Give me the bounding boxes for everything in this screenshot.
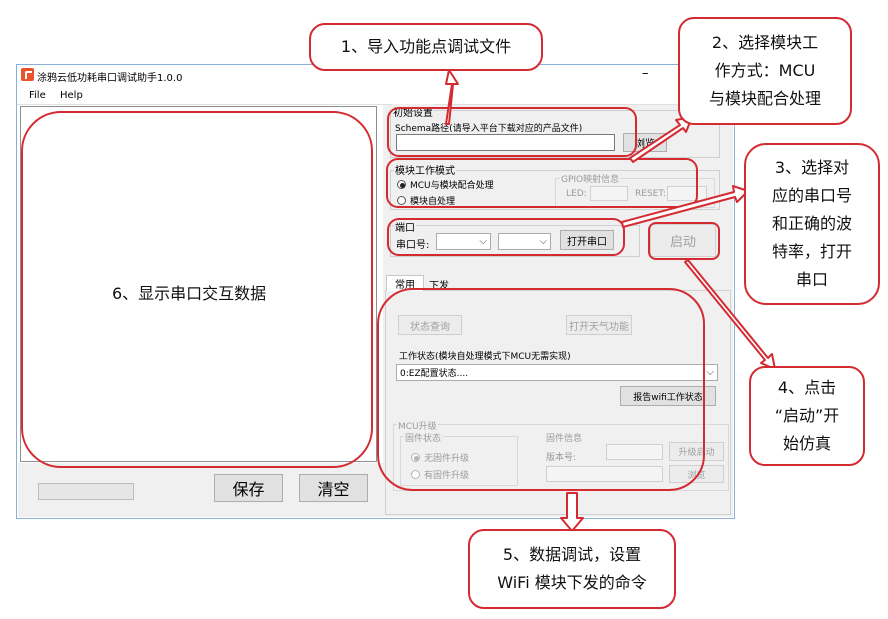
callout-4-line-1: 4、点击 [777,378,837,397]
callout-3-line-5: 串口 [795,270,828,289]
callout-3-line-2: 应的串口号 [771,186,852,205]
callout-1-text: 1、导入功能点调试文件 [340,37,512,56]
arrow-5 [560,492,584,532]
callout-5-line-1: 5、数据调试，设置 [502,545,642,564]
callout-4-line-2: “启动”开 [774,406,840,425]
callout-4: 4、点击 “启动”开 始仿真 [749,366,865,466]
callout-4-line-3: 始仿真 [782,434,831,453]
arrow-1 [445,69,459,125]
arrow-3 [621,185,749,228]
callout-3-line-4: 特率，打开 [771,242,852,261]
callout-6-text: 6、显示串口交互数据 [112,284,267,303]
callout-3-line-3: 和正确的波 [771,214,852,233]
callout-2-line-1: 2、选择模块工 [711,33,819,52]
callout-1: 1、导入功能点调试文件 [309,23,543,71]
callout-2-line-3: 与模块配合处理 [708,89,821,108]
callout-3: 3、选择对 应的串口号 和正确的波 特率，打开 串口 [744,143,880,305]
callout-2-line-2: 作方式：MCU [714,61,816,80]
arrow-2 [629,116,693,163]
callout-5-line-2: WiFi 模块下发的命令 [497,573,647,592]
callout-2: 2、选择模块工 作方式：MCU 与模块配合处理 [678,17,852,125]
callout-3-line-1: 3、选择对 [774,158,850,177]
callout-5: 5、数据调试，设置 WiFi 模块下发的命令 [468,529,676,609]
